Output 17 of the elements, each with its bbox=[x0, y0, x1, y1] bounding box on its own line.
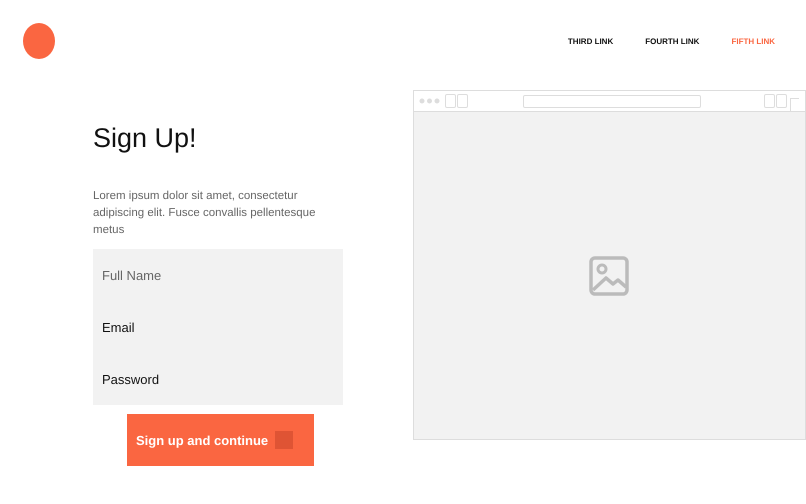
toolbar-button[interactable] bbox=[764, 94, 775, 108]
address-bar[interactable] bbox=[522, 94, 701, 108]
forward-button[interactable] bbox=[456, 94, 468, 108]
square-icon bbox=[275, 431, 294, 449]
toolbar-button[interactable] bbox=[776, 94, 787, 108]
nav-link[interactable]: FOURTH LINK bbox=[645, 36, 700, 46]
page-heading: Sign Up! bbox=[93, 123, 198, 154]
intro-text: Lorem ipsum dolor sit amet, consectetur adipiscing elit. Fusce convallis pellentesque metus bbox=[93, 189, 316, 238]
logo-icon[interactable] bbox=[23, 23, 55, 59]
window-dots-icon bbox=[418, 98, 440, 104]
back-button[interactable] bbox=[444, 94, 456, 108]
input-field[interactable]: Full Name bbox=[93, 249, 343, 301]
nav-link[interactable]: THIRD LINK bbox=[568, 36, 614, 46]
input-field[interactable]: Password bbox=[93, 353, 343, 405]
image-icon bbox=[588, 254, 630, 296]
input-field[interactable]: Email bbox=[93, 301, 343, 353]
toolbar-button[interactable] bbox=[790, 98, 799, 111]
